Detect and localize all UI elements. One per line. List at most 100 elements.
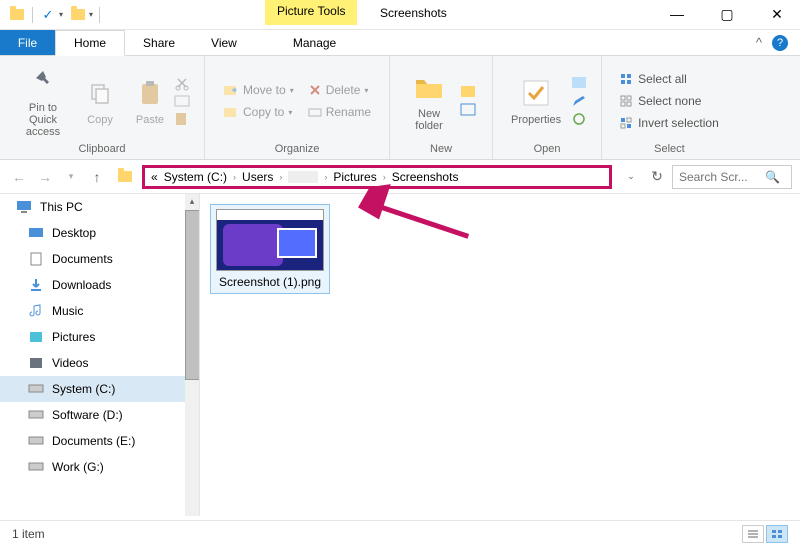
- copy-to-icon: [223, 105, 239, 119]
- nav-music[interactable]: Music: [0, 298, 199, 324]
- rename-button[interactable]: Rename: [304, 103, 375, 121]
- address-dropdown-icon[interactable]: ⌄: [620, 166, 642, 188]
- edit-icon[interactable]: [571, 94, 587, 108]
- select-none-button[interactable]: Select none: [616, 92, 723, 110]
- downloads-icon: [28, 278, 44, 292]
- new-folder-icon: [414, 74, 444, 100]
- crumb-user[interactable]: ›: [288, 171, 327, 183]
- copy-icon: [89, 82, 111, 104]
- tab-file[interactable]: File: [0, 30, 55, 55]
- nav-documents-e[interactable]: Documents (E:): [0, 428, 199, 454]
- folder-icon[interactable]: [8, 6, 26, 24]
- details-view-button[interactable]: [742, 525, 764, 543]
- new-folder-button[interactable]: New folder: [404, 70, 454, 132]
- rename-icon: [308, 105, 322, 119]
- status-bar: 1 item: [0, 520, 800, 546]
- nav-software-d[interactable]: Software (D:): [0, 402, 199, 428]
- crumb-system[interactable]: System (C:)›: [164, 170, 236, 184]
- nav-downloads[interactable]: Downloads: [0, 272, 199, 298]
- minimize-button[interactable]: —: [662, 4, 692, 24]
- history-dropdown[interactable]: ▾: [60, 166, 82, 188]
- crumb-users[interactable]: Users›: [242, 170, 282, 184]
- breadcrumb-overflow[interactable]: «: [151, 170, 158, 184]
- invert-selection-icon: [620, 117, 634, 129]
- tab-share[interactable]: Share: [125, 30, 193, 55]
- forward-button[interactable]: →: [34, 166, 56, 188]
- file-thumbnail: [216, 209, 324, 271]
- qat-customize-icon[interactable]: ▾: [89, 10, 93, 19]
- group-new: New folder New: [390, 56, 492, 159]
- scroll-thumb[interactable]: [185, 210, 200, 380]
- move-to-button[interactable]: Move to▾: [219, 81, 298, 99]
- ribbon-tabs: File Home Share View Manage ^ ?: [0, 30, 800, 56]
- scroll-up-icon[interactable]: ▴: [185, 194, 199, 208]
- up-button[interactable]: ↑: [86, 166, 108, 188]
- copy-button[interactable]: Copy: [78, 76, 122, 126]
- thumbnails-view-button[interactable]: [766, 525, 788, 543]
- new-item-icon[interactable]: [460, 85, 478, 99]
- crumb-screenshots[interactable]: Screenshots: [392, 170, 459, 184]
- music-icon: [28, 304, 44, 318]
- content-area: This PC Desktop Documents Downloads Musi…: [0, 194, 800, 516]
- properties-check-icon[interactable]: ✓: [39, 6, 57, 24]
- location-folder-icon: [116, 168, 134, 186]
- history-icon[interactable]: [571, 112, 587, 126]
- help-icon[interactable]: ?: [772, 35, 788, 51]
- invert-selection-button[interactable]: Invert selection: [616, 114, 723, 132]
- drive-icon: [28, 434, 44, 448]
- nav-documents[interactable]: Documents: [0, 246, 199, 272]
- paste-icon: [139, 80, 161, 106]
- contextual-tab-label: Picture Tools: [265, 0, 357, 25]
- paste-shortcut-icon[interactable]: [174, 111, 190, 127]
- window-controls: — ▢ ✕: [662, 4, 792, 24]
- tab-manage[interactable]: Manage: [275, 30, 354, 55]
- nav-scrollbar[interactable]: ▴: [185, 194, 199, 516]
- file-item[interactable]: Screenshot (1).png: [210, 204, 330, 294]
- new-folder-icon[interactable]: [69, 6, 87, 24]
- drive-icon: [28, 408, 44, 422]
- back-button[interactable]: ←: [8, 166, 30, 188]
- pin-to-quick-access-button[interactable]: Pin to Quick access: [14, 64, 72, 138]
- nav-this-pc[interactable]: This PC: [0, 194, 199, 220]
- maximize-button[interactable]: ▢: [712, 4, 742, 24]
- file-name-label: Screenshot (1).png: [219, 275, 321, 289]
- divider: [99, 7, 100, 23]
- title-bar: ✓ ▾ ▾ Picture Tools Screenshots — ▢ ✕: [0, 0, 800, 30]
- navigation-pane[interactable]: This PC Desktop Documents Downloads Musi…: [0, 194, 200, 516]
- properties-check-icon: [522, 79, 550, 107]
- nav-work-g[interactable]: Work (G:): [0, 454, 199, 480]
- properties-button[interactable]: Properties: [507, 76, 565, 126]
- nav-desktop[interactable]: Desktop: [0, 220, 199, 246]
- nav-system-c[interactable]: System (C:): [0, 376, 199, 402]
- divider: [32, 7, 33, 23]
- copy-to-button[interactable]: Copy to▾: [219, 103, 298, 121]
- nav-videos[interactable]: Videos: [0, 350, 199, 376]
- search-box[interactable]: 🔍: [672, 165, 792, 189]
- group-open: Properties Open: [493, 56, 601, 159]
- file-list[interactable]: Screenshot (1).png: [200, 194, 800, 516]
- tab-view[interactable]: View: [193, 30, 255, 55]
- delete-icon: [308, 83, 322, 97]
- desktop-icon: [28, 226, 44, 240]
- chevron-down-icon[interactable]: ▾: [59, 10, 63, 19]
- group-clipboard: Pin to Quick access Copy Paste Clipboard: [0, 56, 204, 159]
- nav-pictures[interactable]: Pictures: [0, 324, 199, 350]
- group-select: Select all Select none Invert selection …: [602, 56, 737, 159]
- pictures-icon: [28, 330, 44, 344]
- pin-icon: [31, 69, 55, 93]
- search-input[interactable]: [679, 170, 759, 184]
- easy-access-icon[interactable]: [460, 103, 478, 117]
- select-all-button[interactable]: Select all: [616, 70, 723, 88]
- group-organize: Move to▾ Copy to▾ Delete▾ Rename Organiz…: [205, 56, 389, 159]
- open-icon[interactable]: [571, 76, 587, 90]
- paste-button[interactable]: Paste: [128, 76, 172, 126]
- delete-button[interactable]: Delete▾: [304, 81, 375, 99]
- tab-home[interactable]: Home: [55, 30, 125, 56]
- copy-path-icon[interactable]: [174, 95, 190, 107]
- refresh-button[interactable]: ↻: [646, 166, 668, 188]
- videos-icon: [28, 356, 44, 370]
- cut-icon[interactable]: [174, 75, 190, 91]
- close-button[interactable]: ✕: [762, 4, 792, 24]
- select-none-icon: [620, 95, 634, 107]
- collapse-ribbon-icon[interactable]: ^: [756, 35, 762, 50]
